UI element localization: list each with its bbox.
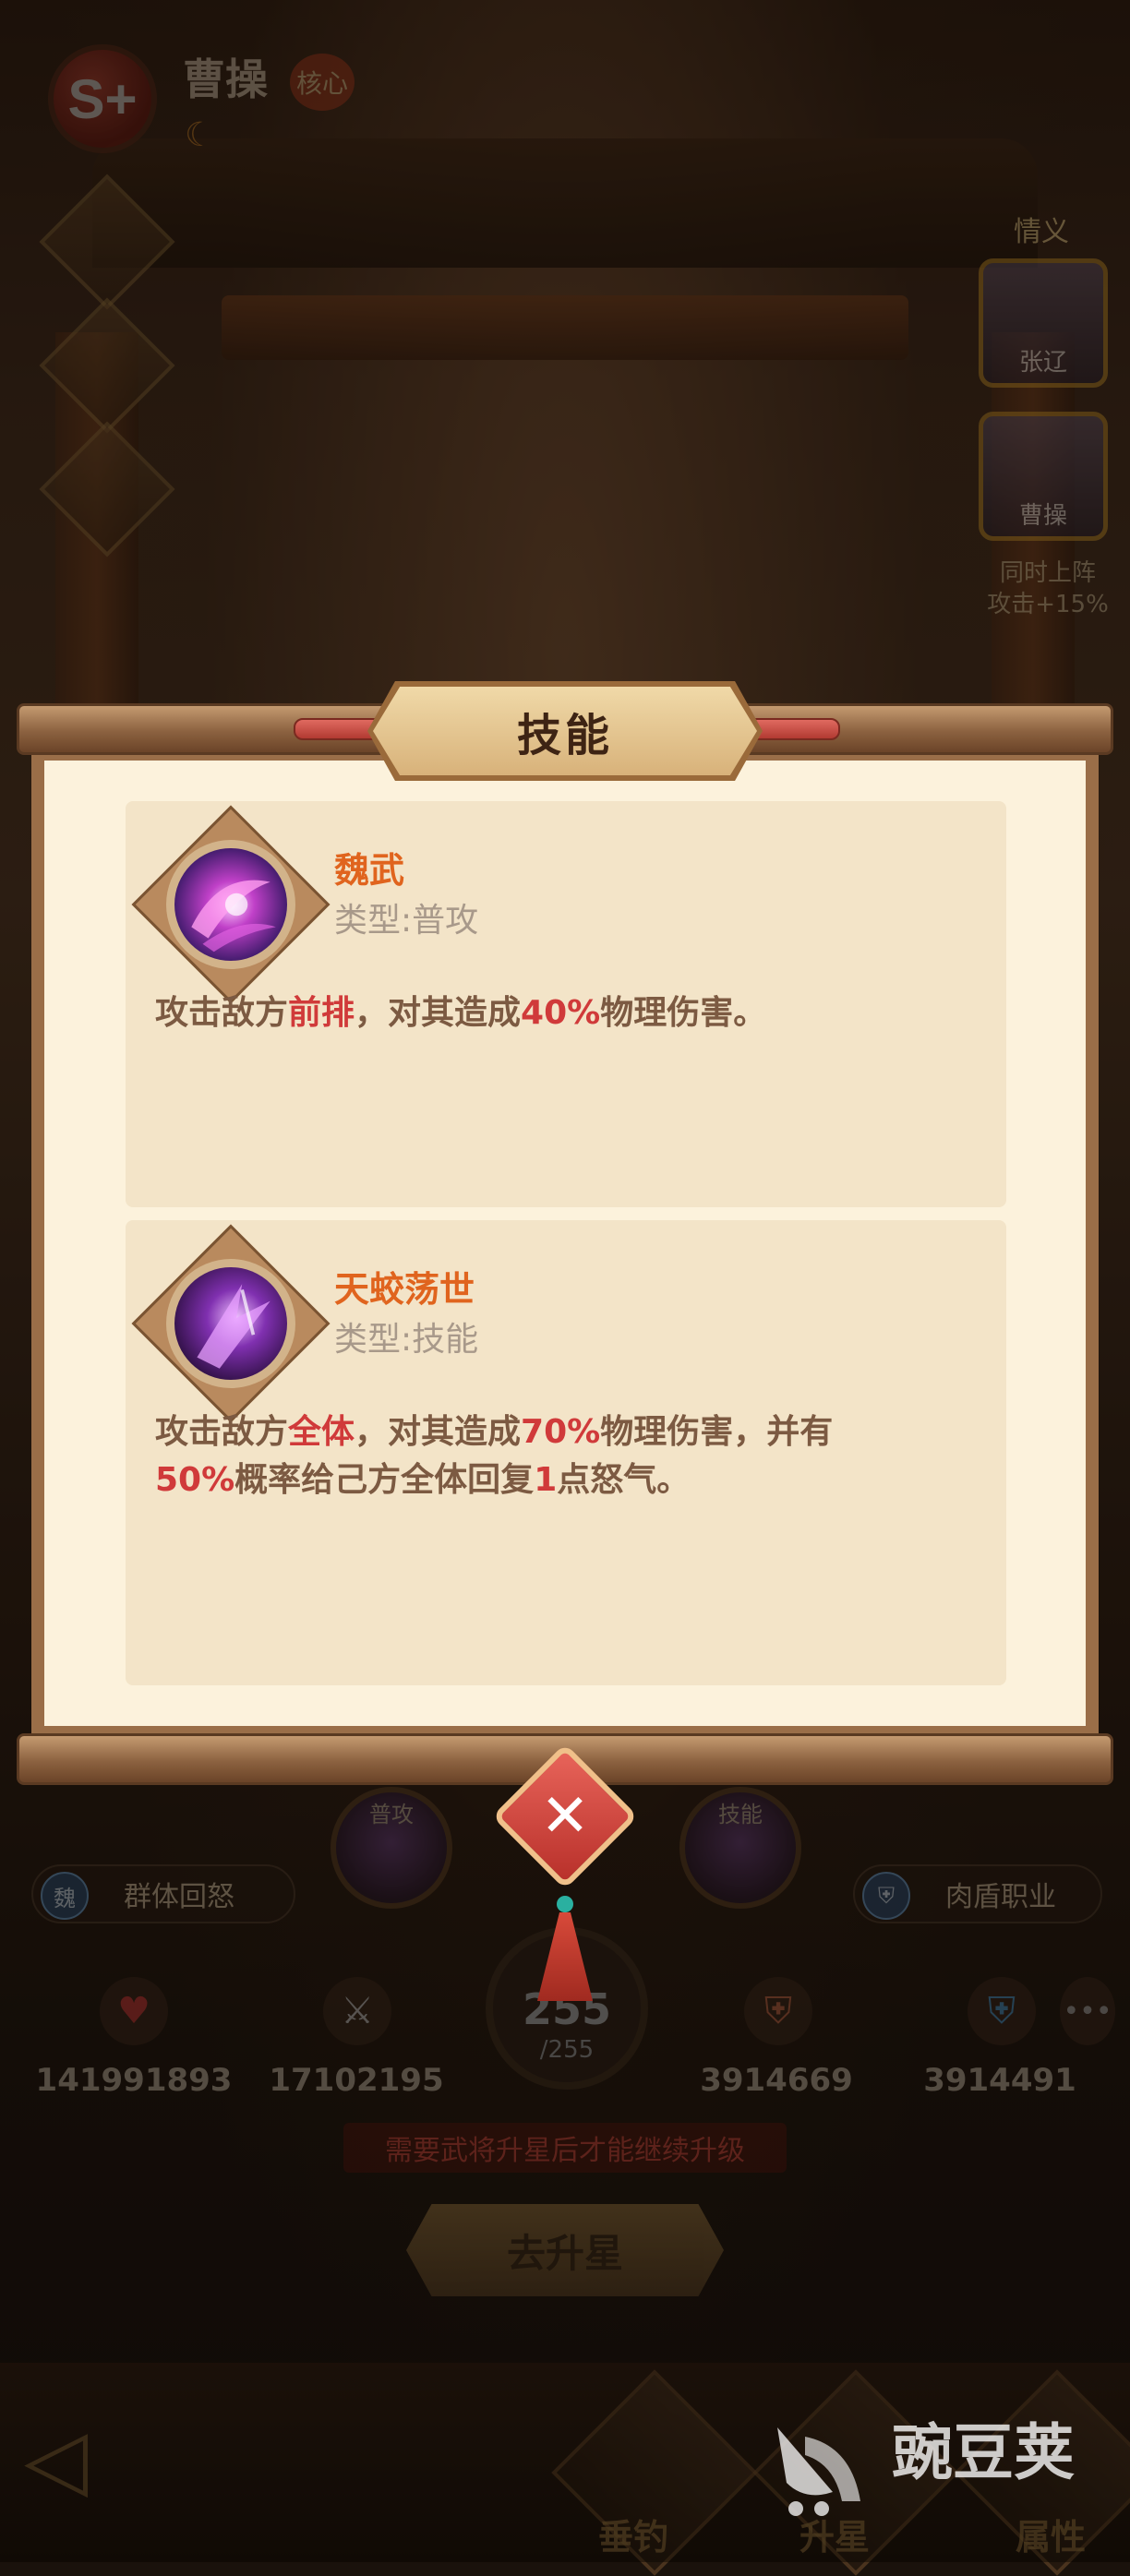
desc-highlight: 全体: [288, 1413, 355, 1451]
skill-icon-ring: [166, 840, 295, 969]
skill-icon-frame: [131, 1224, 331, 1423]
skill-name: 天蛟荡世: [334, 1269, 475, 1310]
close-icon[interactable]: ✕: [513, 1765, 617, 1868]
desc-text: ，对其造成: [355, 1413, 522, 1451]
skill-description: 攻击敌方前排，对其造成40%物理伤害。: [155, 989, 968, 1037]
desc-text: 攻击敌方: [155, 994, 289, 1032]
desc-highlight: 1: [534, 1461, 558, 1499]
skill-icon-frame: [131, 805, 331, 1004]
watermark-logo-icon: [777, 2427, 860, 2516]
desc-text: 概率给己方全体回复: [234, 1461, 535, 1499]
skill-description: 攻击敌方全体，对其造成70%物理伤害，并有 50%概率给己方全体回复1点怒气。: [155, 1408, 968, 1504]
skill-card: 天蛟荡世 类型:技能 攻击敌方全体，对其造成70%物理伤害，并有 50%概率给己方…: [126, 1220, 1006, 1685]
desc-text: 点怒气。: [557, 1461, 691, 1499]
desc-text: ，对其造成: [355, 994, 522, 1032]
watermark-text: 豌豆荚: [892, 2417, 1075, 2488]
dialog-title: 技能: [516, 710, 613, 761]
dialog-title-plate: 技能: [373, 687, 757, 775]
skill-icon-ring: [166, 1259, 295, 1388]
purple-slash-skill-icon: [174, 848, 287, 961]
skill-type: 类型:技能: [334, 1321, 479, 1359]
desc-text: 物理伤害。: [600, 994, 767, 1032]
skill-card: 魏武 类型:普攻 攻击敌方前排，对其造成40%物理伤害。: [126, 801, 1006, 1207]
skill-type: 类型:普攻: [334, 902, 479, 940]
tassel-bead: [557, 1896, 573, 1912]
skill-name: 魏武: [334, 850, 405, 891]
desc-text: 物理伤害，并有: [600, 1413, 834, 1451]
purple-dragon-skill-icon: [174, 1267, 287, 1380]
desc-highlight: 前排: [288, 994, 355, 1032]
desc-highlight: 70%: [521, 1413, 601, 1451]
desc-text: 攻击敌方: [155, 1413, 289, 1451]
desc-highlight: 50%: [155, 1461, 235, 1499]
desc-highlight: 40%: [521, 994, 601, 1032]
